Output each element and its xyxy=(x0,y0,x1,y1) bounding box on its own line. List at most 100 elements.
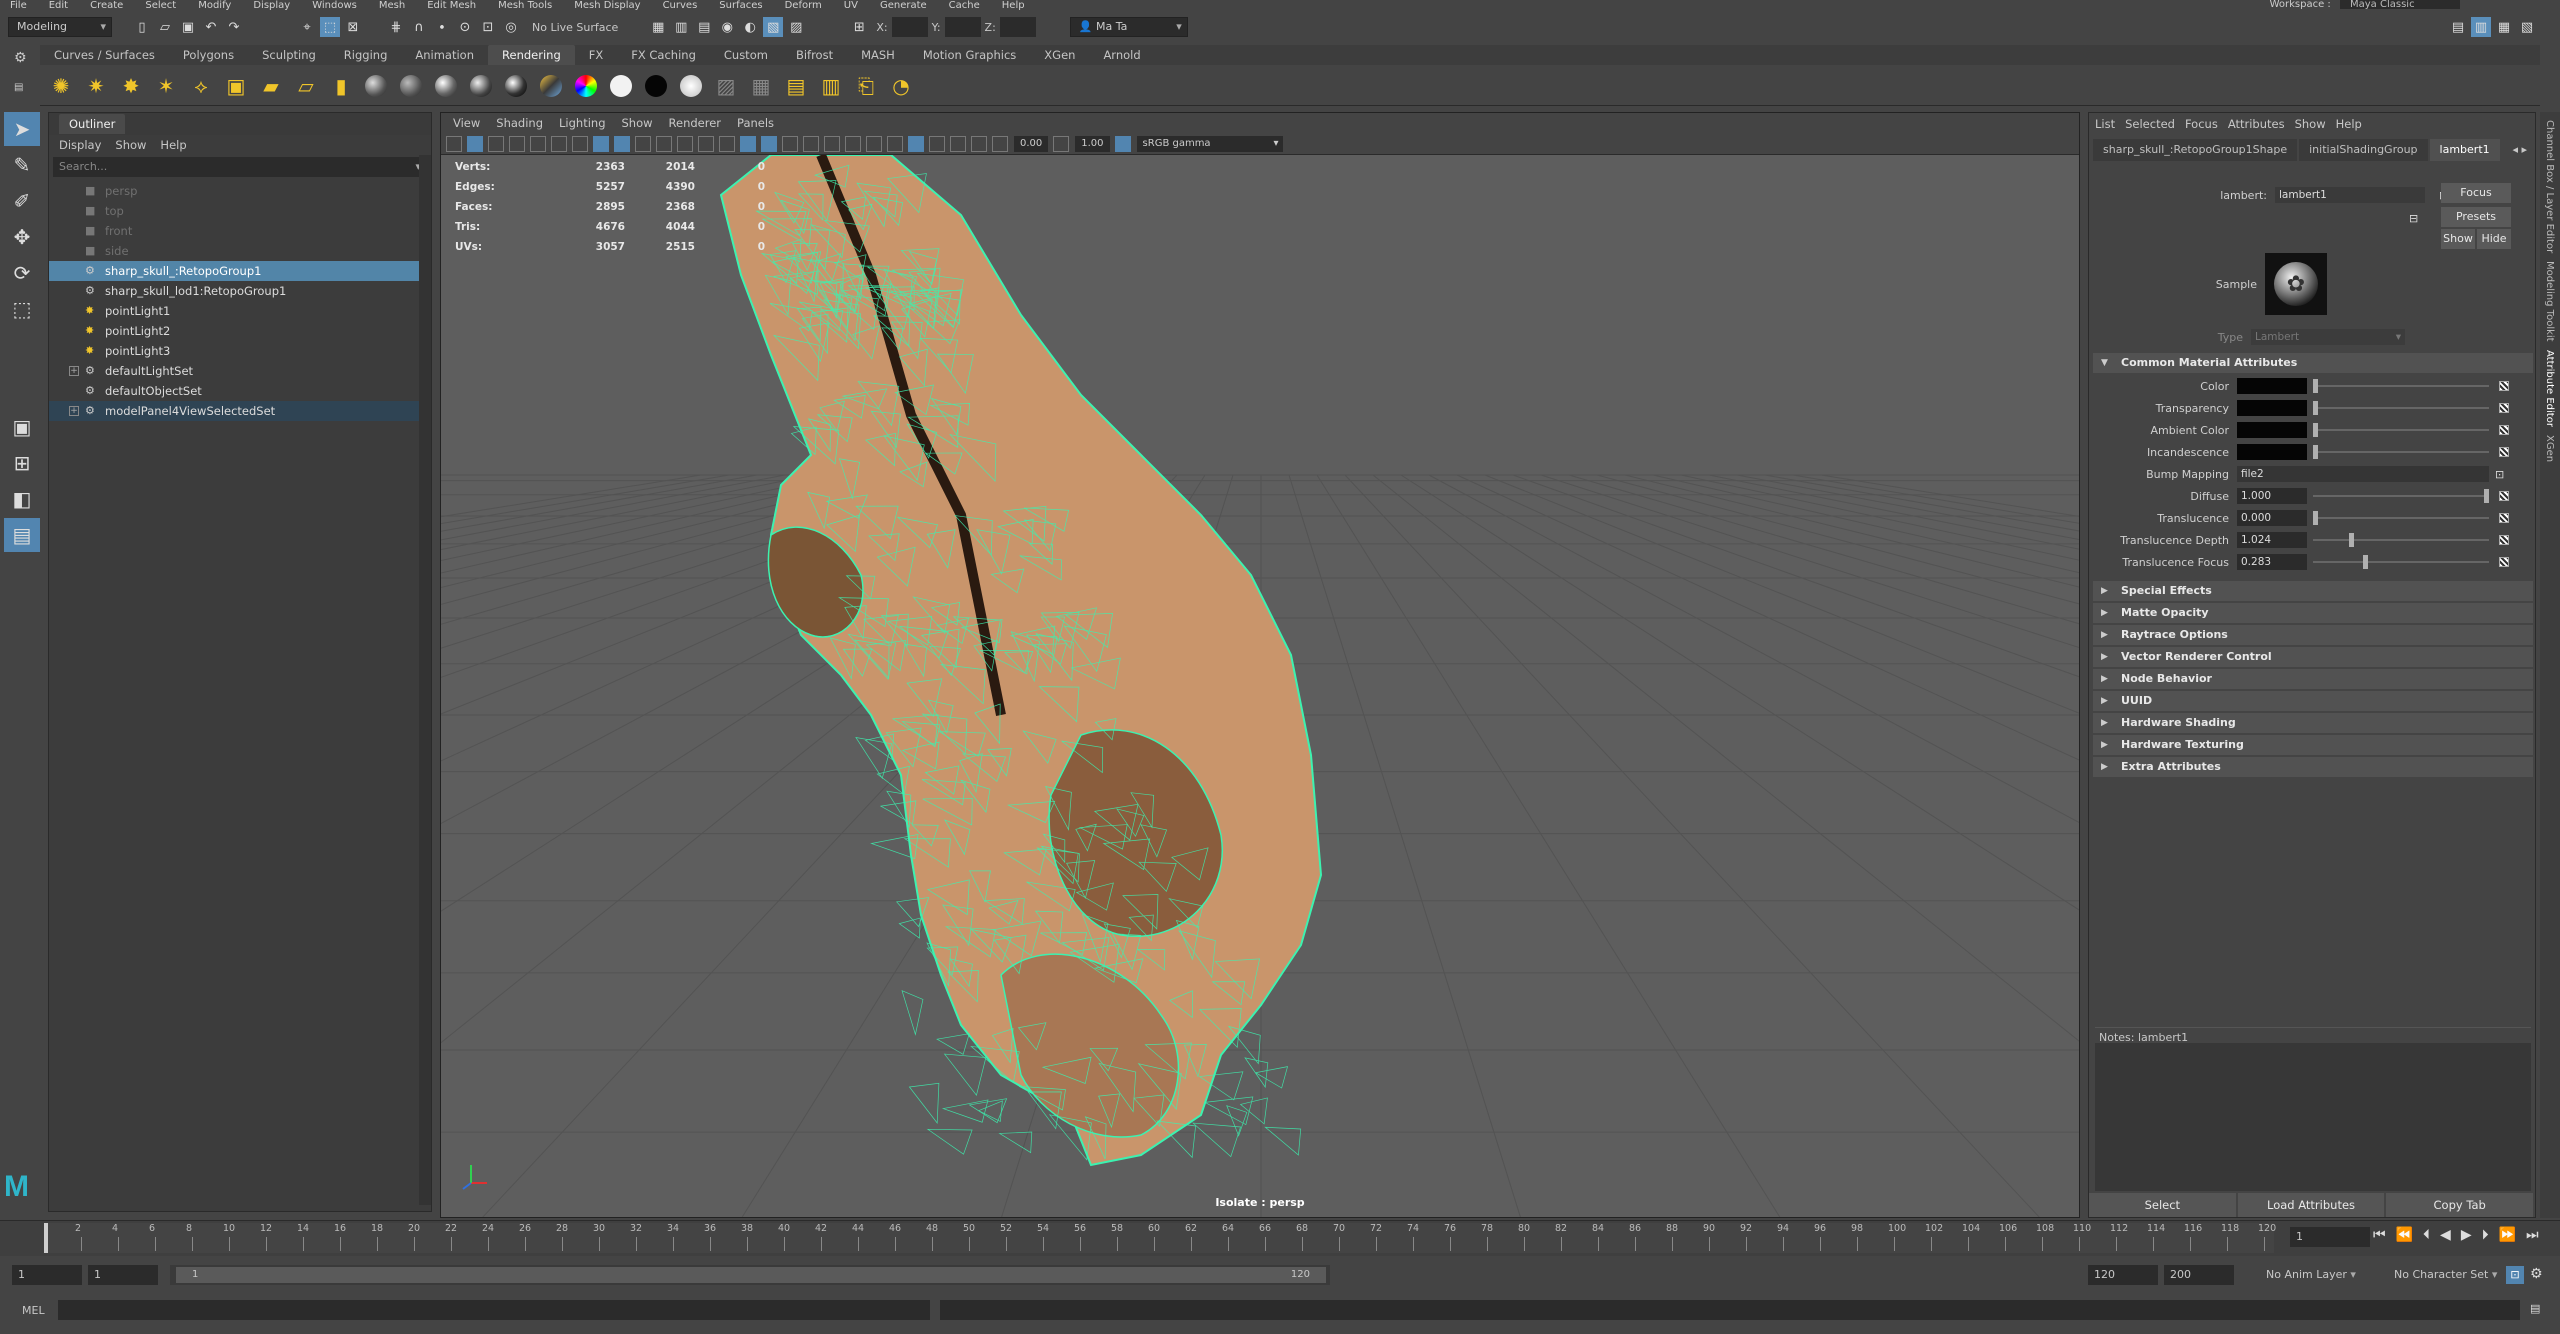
command-input[interactable] xyxy=(58,1300,930,1320)
toggle-attribute-editor-icon[interactable]: ▥ xyxy=(2471,17,2491,37)
gamma-icon[interactable] xyxy=(1053,135,1070,152)
shelf-tab-sculpting[interactable]: Sculpting xyxy=(248,45,330,65)
select-component-icon[interactable]: ⊠ xyxy=(343,17,363,37)
outliner-item[interactable]: ⚙ defaultObjectSet xyxy=(49,381,431,401)
side-tab[interactable]: Modeling Toolkit xyxy=(2544,261,2555,342)
bookmarks-icon[interactable] xyxy=(488,135,504,152)
ae-tab[interactable]: sharp_skull_:RetopoGroup1Shape xyxy=(2093,139,2298,161)
ipr-render-icon[interactable]: ▤ xyxy=(694,17,714,37)
render-frame-icon[interactable]: ▥ xyxy=(671,17,691,37)
move-tool-icon[interactable]: ✥ xyxy=(4,220,40,254)
scale-tool-icon[interactable]: ⬚ xyxy=(4,292,40,326)
color-slider[interactable] xyxy=(2313,379,2489,393)
translucence-field[interactable]: 0.000 xyxy=(2237,510,2307,526)
diffuse-map-button[interactable] xyxy=(2499,491,2509,501)
ae-tab[interactable]: initialShadingGroup xyxy=(2299,139,2428,161)
rotate-tool-icon[interactable]: ⟳ xyxy=(4,256,40,290)
workspace-selector[interactable]: Workspace : Maya Classic xyxy=(2270,0,2460,10)
outliner-item[interactable]: ⚙ sharp_skull_lod1:RetopoGroup1 xyxy=(49,281,431,301)
xray-joints-icon[interactable] xyxy=(950,135,966,152)
go-to-end-icon[interactable]: ⏭ xyxy=(2526,1227,2539,1243)
show-button[interactable]: Show xyxy=(2441,229,2475,249)
snap-grid-icon[interactable]: ⋕ xyxy=(386,17,406,37)
shelf-tab-animation[interactable]: Animation xyxy=(401,45,488,65)
step-forward-frame-icon[interactable]: ⏵ xyxy=(2482,1227,2489,1243)
single-perspective-view-icon[interactable]: ▣ xyxy=(4,410,40,444)
outliner-item[interactable]: ✸ pointLight2 xyxy=(49,321,431,341)
outliner-item[interactable]: ✸ pointLight1 xyxy=(49,301,431,321)
isolate-select-icon[interactable] xyxy=(908,135,924,152)
transparency-swatch[interactable] xyxy=(2237,400,2307,416)
shelf-tab-custom[interactable]: Custom xyxy=(710,45,782,65)
film-gate-icon[interactable] xyxy=(551,135,567,152)
color-management-icon[interactable] xyxy=(1114,135,1131,152)
z-field[interactable] xyxy=(999,17,1036,37)
textured-icon[interactable] xyxy=(761,135,777,152)
side-tab[interactable]: Attribute Editor xyxy=(2544,350,2555,427)
ramp-shader-icon[interactable] xyxy=(571,71,601,101)
live-surface-icon[interactable]: ◎ xyxy=(501,17,521,37)
ipr-icon[interactable]: ▤ xyxy=(781,71,811,101)
exposure-icon[interactable] xyxy=(992,135,1008,152)
paint-select-icon[interactable]: ✐ xyxy=(4,184,40,218)
notes-textarea[interactable] xyxy=(2095,1043,2531,1191)
transparency-slider[interactable] xyxy=(2313,401,2489,415)
outliner-menu-display[interactable]: Display xyxy=(59,138,101,152)
ambient-light-icon[interactable]: ✺ xyxy=(46,71,76,101)
menu-set-dropdown[interactable]: Modeling xyxy=(8,17,112,37)
side-tab[interactable]: XGen xyxy=(2544,435,2555,462)
presets-button[interactable]: Presets xyxy=(2441,207,2511,227)
section-matte-opacity[interactable]: Matte Opacity xyxy=(2093,603,2533,623)
shelf-tab-fx-caching[interactable]: FX Caching xyxy=(617,45,710,65)
focus-button[interactable]: Focus xyxy=(2441,183,2511,203)
ae-menu-focus[interactable]: Focus xyxy=(2185,117,2218,131)
node-map-icon[interactable]: ⊟ xyxy=(2409,212,2418,225)
menu-mesh-tools[interactable]: Mesh Tools xyxy=(498,0,552,10)
four-view-icon[interactable]: ⊞ xyxy=(4,446,40,480)
expand-icon[interactable]: + xyxy=(69,406,79,416)
trans-focus-map-button[interactable] xyxy=(2499,557,2509,567)
ae-tab[interactable]: lambert1 xyxy=(2429,139,2500,161)
shelf-tab-xgen[interactable]: XGen xyxy=(1030,45,1089,65)
step-forward-key-icon[interactable]: ⏩ xyxy=(2499,1227,2516,1243)
shelf-tab-arnold[interactable]: Arnold xyxy=(1089,45,1154,65)
play-forward-icon[interactable]: ▶ xyxy=(2461,1227,2472,1243)
ae-menu-attributes[interactable]: Attributes xyxy=(2228,117,2285,131)
persp-outliner-icon[interactable]: ◧ xyxy=(4,482,40,516)
select-camera-icon[interactable] xyxy=(446,135,462,152)
outliner-item[interactable]: + ⚙ defaultLightSet xyxy=(49,361,431,381)
lasso-tool-icon[interactable]: ✎ xyxy=(4,148,40,182)
toggle-tool-settings-icon[interactable]: ▦ xyxy=(2494,17,2514,37)
image-plane-icon[interactable] xyxy=(509,135,525,152)
transparency-map-button[interactable] xyxy=(2499,403,2509,413)
shadows-icon[interactable] xyxy=(803,135,819,152)
viewport-menu-show[interactable]: Show xyxy=(622,113,653,133)
select-button[interactable]: Select xyxy=(2089,1193,2236,1217)
shelf-tab-bifrost[interactable]: Bifrost xyxy=(782,45,847,65)
camera-aim-up-icon[interactable]: ▮ xyxy=(326,71,356,101)
menu-help[interactable]: Help xyxy=(1002,0,1025,10)
ambient-occlusion-icon[interactable] xyxy=(824,135,840,152)
menu-mesh[interactable]: Mesh xyxy=(379,0,405,10)
select-tool-icon[interactable]: ➤ xyxy=(4,112,40,146)
trans-focus-field[interactable]: 0.283 xyxy=(2237,554,2307,570)
ae-menu-show[interactable]: Show xyxy=(2295,117,2326,131)
script-editor-icon[interactable]: ▤ xyxy=(2530,1302,2540,1315)
render-settings-icon[interactable]: ◉ xyxy=(717,17,737,37)
smooth-shade-icon[interactable] xyxy=(698,135,714,152)
play-backward-icon[interactable]: ◀ xyxy=(2440,1227,2451,1243)
batch-render-icon[interactable]: ▥ xyxy=(816,71,846,101)
section-vector-renderer-control[interactable]: Vector Renderer Control xyxy=(2093,647,2533,667)
menu-curves[interactable]: Curves xyxy=(663,0,698,10)
bump-map-icon[interactable]: ⊡ xyxy=(2495,468,2504,481)
step-back-frame-icon[interactable]: ⏴ xyxy=(2423,1227,2430,1243)
time-ticks[interactable]: 2 4 6 8 10 12 14 16 18 20 22 24 26 28 30 32 34 36 38 40 42 44… xyxy=(44,1223,2276,1253)
load-attributes-button[interactable]: Load Attributes xyxy=(2237,1193,2385,1217)
y-field[interactable] xyxy=(944,17,981,37)
trans-depth-slider[interactable] xyxy=(2313,533,2489,547)
color-map-button[interactable] xyxy=(2499,381,2509,391)
render-view-icon[interactable]: ▦ xyxy=(648,17,668,37)
viewport-canvas[interactable] xyxy=(441,155,2080,1218)
toggle-channel-box-icon[interactable]: ▧ xyxy=(2517,17,2537,37)
menu-select[interactable]: Select xyxy=(145,0,176,10)
